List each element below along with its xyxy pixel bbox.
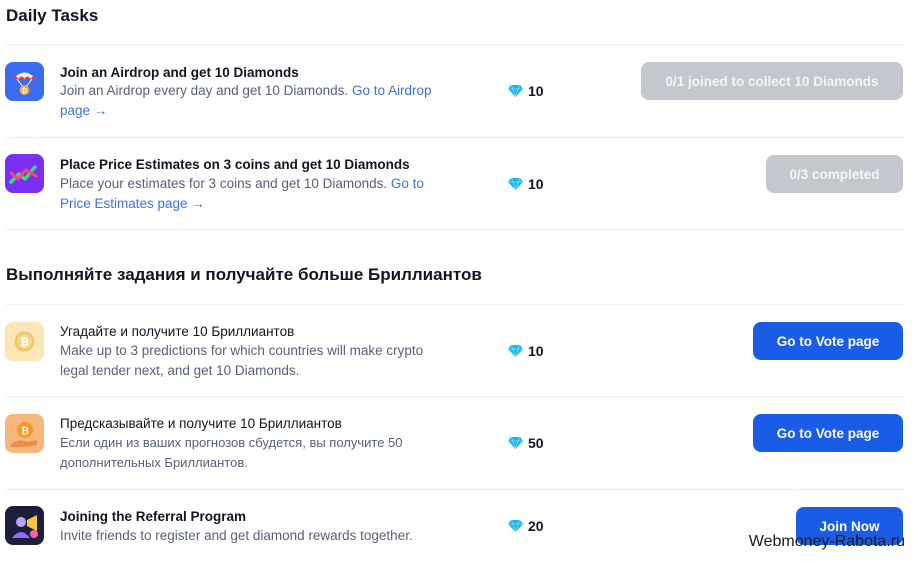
link-text[interactable]: Go to Airdrop	[352, 83, 432, 98]
referral-megaphone-icon	[5, 506, 44, 545]
reward-amount: 10	[528, 83, 544, 99]
diamond-icon	[508, 178, 523, 190]
diamond-icon	[508, 85, 523, 97]
diamond-icon	[508, 520, 523, 532]
task-title: Joining the Referral Program	[60, 509, 247, 524]
task-description-text: Invite friends to register and get diamo…	[60, 528, 413, 543]
svg-text:₿: ₿	[20, 336, 29, 349]
diamond-icon	[508, 345, 523, 357]
go-to-vote-page-button[interactable]: Go to Vote page	[753, 322, 903, 360]
bitcoin-coin-icon: ₿	[5, 322, 44, 361]
reward-amount: 10	[528, 176, 544, 192]
airdrop-parachute-icon: ₿	[5, 62, 44, 101]
diamond-icon	[508, 437, 523, 449]
task-description-text: Join an Airdrop every day and get 10 Dia…	[60, 83, 352, 98]
task-description-text: Make up to 3 predictions for which count…	[60, 343, 424, 358]
reward-amount: 20	[528, 518, 544, 534]
daily-tasks-heading: Daily Tasks	[6, 6, 99, 25]
reward-amount: 10	[528, 343, 544, 359]
task-description: Place your estimates for 3 coins and get…	[60, 174, 480, 214]
task-title: Предсказывайте и получите 10 Бриллиантов	[60, 416, 342, 431]
task-description-text: legal tender next, and get 10 Diamonds.	[60, 363, 300, 378]
completed-status-button[interactable]: 0/3 completed	[766, 155, 903, 193]
diamond-reward: 10	[508, 176, 544, 192]
link-text[interactable]: Go to	[391, 176, 424, 191]
task-title: Place Price Estimates on 3 coins and get…	[60, 157, 410, 172]
reward-amount: 50	[528, 435, 544, 451]
task-description: Если один из ваших прогнозов сбудется, в…	[60, 433, 490, 473]
link-text[interactable]: Price Estimates page →	[60, 196, 205, 211]
diamond-reward: 20	[508, 518, 544, 534]
collect-diamonds-button[interactable]: 0/1 joined to collect 10 Diamonds	[641, 62, 903, 100]
link-text[interactable]: page →	[60, 103, 107, 118]
diamond-reward: 50	[508, 435, 544, 451]
svg-text:₿: ₿	[21, 425, 29, 437]
divider	[6, 229, 904, 230]
task-description: Make up to 3 predictions for which count…	[60, 341, 490, 381]
task-row-price-estimates: Place Price Estimates on 3 coins and get…	[0, 138, 914, 230]
bitcoin-hand-icon: ₿	[5, 414, 44, 453]
watermark: Webmoney-Rabota.ru	[748, 533, 905, 550]
task-row-predict: ₿ Предсказывайте и получите 10 Бриллиант…	[0, 397, 914, 489]
task-description-text: дополнительных Бриллиантов.	[60, 455, 248, 470]
price-chart-icon	[5, 154, 44, 193]
svg-text:₿: ₿	[22, 87, 28, 95]
task-title: Угадайте и получите 10 Бриллиантов	[60, 324, 295, 339]
task-description: Join an Airdrop every day and get 10 Dia…	[60, 81, 480, 121]
task-row-vote: ₿ Угадайте и получите 10 Бриллиантов Mak…	[0, 305, 914, 397]
task-row-airdrop: ₿ Join an Airdrop and get 10 Diamonds Jo…	[0, 45, 914, 137]
task-description-text: Если один из ваших прогнозов сбудется, в…	[60, 435, 403, 450]
task-title: Join an Airdrop and get 10 Diamonds	[60, 65, 299, 80]
task-description-text: Place your estimates for 3 coins and get…	[60, 176, 391, 191]
more-tasks-heading: Выполняйте задания и получайте больше Бр…	[6, 265, 482, 284]
go-to-vote-page-button[interactable]: Go to Vote page	[753, 414, 903, 452]
diamond-reward: 10	[508, 343, 544, 359]
task-description: Invite friends to register and get diamo…	[60, 526, 490, 546]
diamond-reward: 10	[508, 83, 544, 99]
